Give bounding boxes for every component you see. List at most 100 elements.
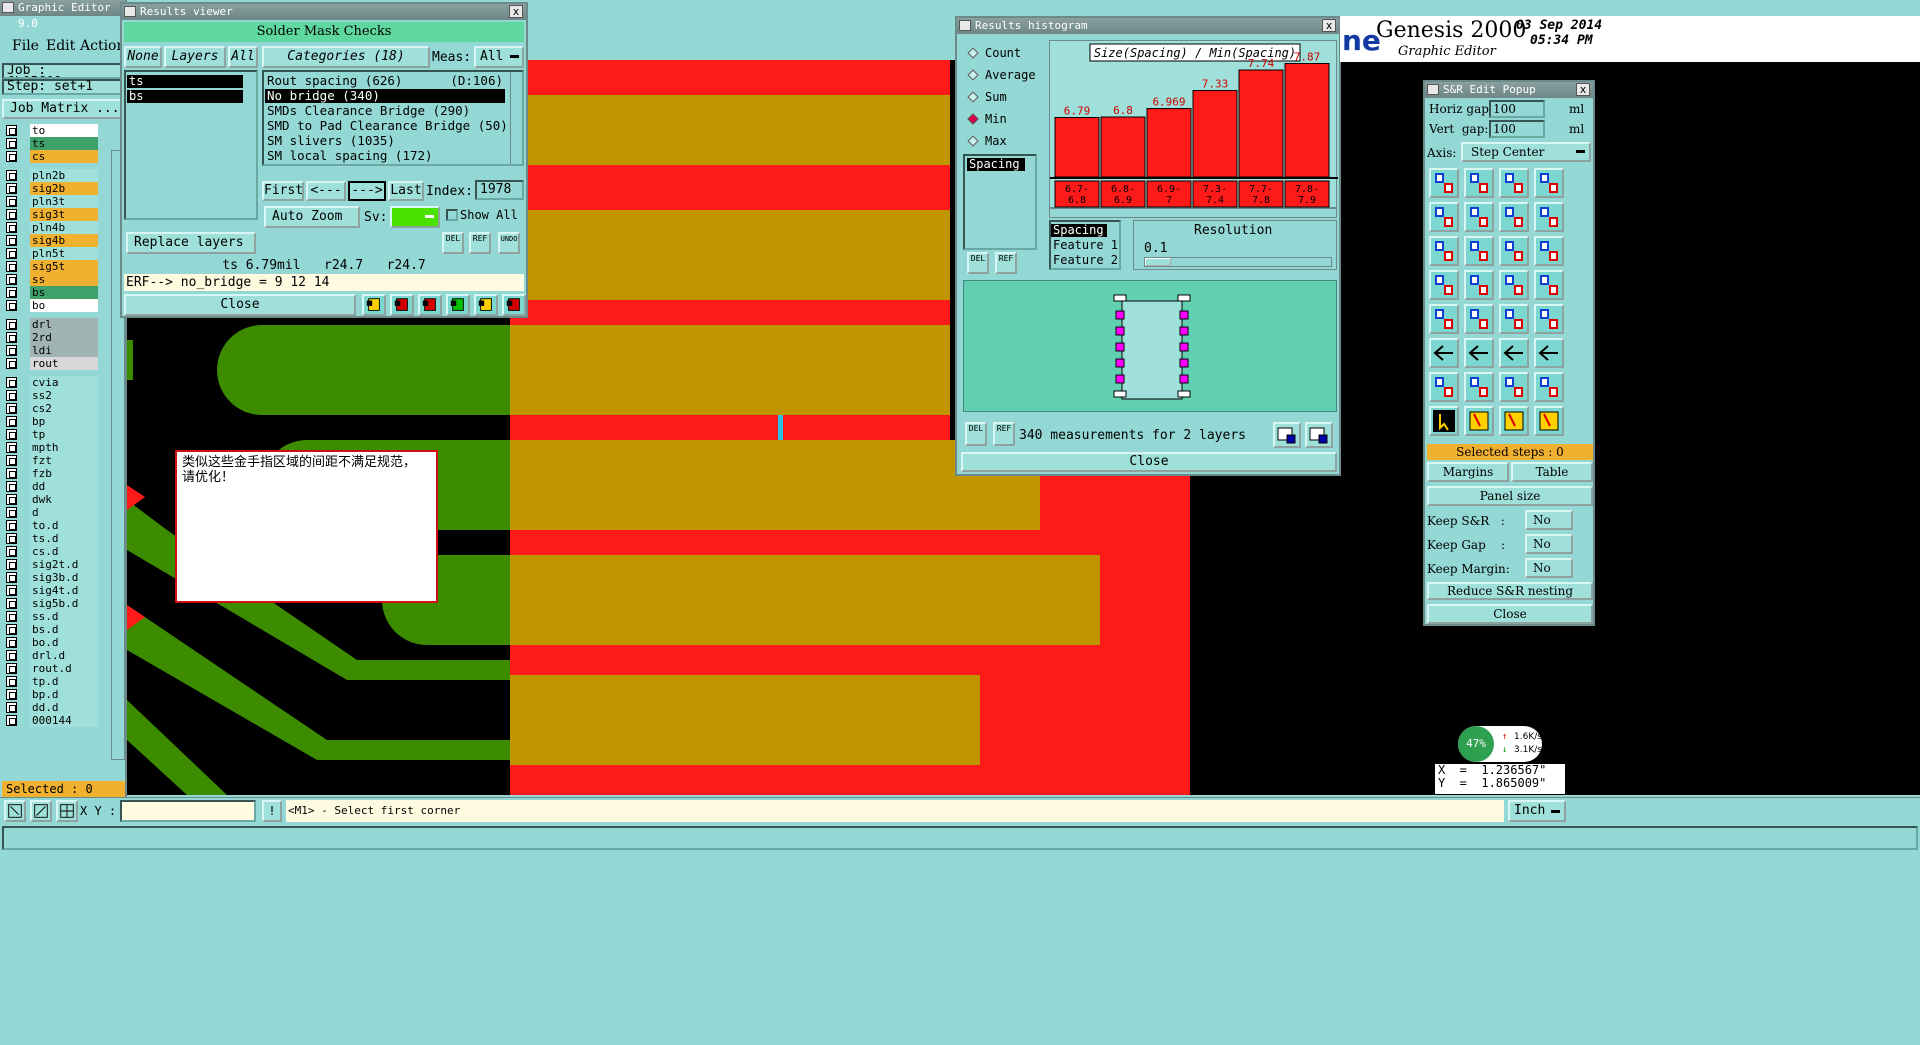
layer-checkbox[interactable] — [6, 274, 17, 285]
layer-checkbox[interactable] — [6, 663, 17, 674]
layer-row[interactable]: ts.d — [6, 532, 98, 545]
layer-checkbox[interactable] — [6, 358, 17, 369]
layer-row[interactable]: bp.d — [6, 688, 98, 701]
layer-checkbox[interactable] — [6, 520, 17, 531]
index-field[interactable]: 1978 — [475, 180, 524, 200]
results-close-button[interactable]: Close — [124, 294, 356, 316]
sv-color-dropdown[interactable] — [390, 206, 440, 228]
category-scrollbar[interactable] — [510, 72, 522, 164]
layer-row[interactable]: ss — [6, 273, 98, 286]
show-all-checkbox[interactable] — [446, 209, 458, 221]
last-button[interactable]: Last — [388, 181, 424, 201]
axis-dropdown[interactable]: Step Center — [1461, 142, 1591, 162]
layers-button[interactable]: Layers — [164, 46, 226, 68]
histogram-field-list[interactable]: Spacing — [963, 154, 1037, 250]
tool-button-1[interactable] — [4, 800, 26, 822]
layer-checkbox[interactable] — [6, 468, 17, 479]
layer-checkbox[interactable] — [6, 637, 17, 648]
replace-layers-dropdown[interactable]: Replace layers — [126, 232, 256, 254]
sr-tool-button[interactable] — [1499, 338, 1529, 368]
layer-checkbox[interactable] — [6, 248, 17, 259]
layer-row[interactable]: to — [6, 124, 98, 137]
layer-row[interactable]: cs — [6, 150, 98, 163]
none-button[interactable]: None — [124, 46, 162, 68]
layer-row[interactable]: sig3t — [6, 208, 98, 221]
units-dropdown[interactable]: Inch — [1508, 800, 1566, 822]
reduce-nesting-button[interactable]: Reduce S&R nesting — [1427, 582, 1593, 600]
sr-tool-button[interactable] — [1534, 372, 1564, 402]
layer-checkbox[interactable] — [6, 183, 17, 194]
histogram-bar[interactable] — [1284, 63, 1330, 178]
layer-checkbox[interactable] — [6, 377, 17, 388]
first-button[interactable]: First — [262, 181, 304, 201]
layer-checkbox[interactable] — [6, 319, 17, 330]
layer-row[interactable]: drl.d — [6, 649, 98, 662]
layer-checkbox[interactable] — [6, 429, 17, 440]
layer-checkbox[interactable] — [6, 572, 17, 583]
sr-tool-button[interactable] — [1499, 202, 1529, 232]
histogram-bar[interactable] — [1192, 90, 1238, 178]
layer-checkbox[interactable] — [6, 715, 17, 726]
layer-row[interactable]: rout.d — [6, 662, 98, 675]
meas-dropdown[interactable]: All — [474, 46, 524, 68]
sr-tool-button[interactable] — [1499, 236, 1529, 266]
sr-tool-button[interactable] — [1429, 168, 1459, 198]
undo-button[interactable]: UNDO — [498, 232, 520, 254]
layer-row[interactable]: dd.d — [6, 701, 98, 714]
layer-row[interactable]: to.d — [6, 519, 98, 532]
category-item[interactable]: Rout spacing (626) (D:106) — [265, 74, 505, 88]
resolution-slider[interactable] — [1144, 257, 1332, 267]
layer-row[interactable]: bo.d — [6, 636, 98, 649]
layer-row[interactable]: pln5t — [6, 247, 98, 260]
layer-checkbox[interactable] — [6, 585, 17, 596]
layer-checkbox[interactable] — [6, 442, 17, 453]
all-button[interactable]: All — [228, 46, 258, 68]
layer-row[interactable]: sig4b — [6, 234, 98, 247]
layer-checkbox[interactable] — [6, 559, 17, 570]
layer-checkbox[interactable] — [6, 598, 17, 609]
category-item[interactable]: SM local spacing (172) — [265, 149, 505, 163]
layer-checkbox[interactable] — [6, 702, 17, 713]
field-select-list[interactable]: Spacing Feature 1 Feature 2 — [1049, 220, 1121, 270]
layer-row[interactable]: cs2 — [6, 402, 98, 415]
layer-row[interactable]: mpth — [6, 441, 98, 454]
sr-tool-button[interactable] — [1429, 406, 1459, 436]
xy-input[interactable] — [120, 800, 256, 822]
sr-tool-button[interactable] — [1464, 372, 1494, 402]
toolbar-button[interactable] — [362, 294, 386, 316]
sr-tool-button[interactable] — [1534, 168, 1564, 198]
histogram-bar[interactable] — [1054, 117, 1100, 178]
prev-button[interactable]: <--- — [306, 181, 346, 201]
option-max[interactable]: Max — [965, 132, 1045, 150]
sr-close-button[interactable]: Close — [1427, 604, 1593, 624]
layer-row[interactable]: tp — [6, 428, 98, 441]
field-feature-1[interactable]: Feature 1 — [1051, 239, 1121, 252]
layer-row[interactable]: fzb — [6, 467, 98, 480]
layer-checkbox[interactable] — [6, 416, 17, 427]
layer-row[interactable]: ts — [6, 137, 98, 150]
layer-checkbox[interactable] — [6, 533, 17, 544]
layer-checkbox[interactable] — [6, 151, 17, 162]
layer-row[interactable]: dd — [6, 480, 98, 493]
sr-tool-button[interactable] — [1499, 372, 1529, 402]
sr-tool-button[interactable] — [1429, 372, 1459, 402]
histogram-bar[interactable] — [1238, 69, 1284, 178]
histogram-bar[interactable] — [1146, 108, 1192, 178]
layer-row[interactable]: pln4b — [6, 221, 98, 234]
keep-gap-dropdown[interactable]: No — [1525, 534, 1573, 554]
layer-row[interactable]: sig4t.d — [6, 584, 98, 597]
sr-tool-button[interactable] — [1429, 236, 1459, 266]
sr-tool-button[interactable] — [1534, 304, 1564, 334]
layer-row[interactable]: sig2t.d — [6, 558, 98, 571]
layer-item-bs[interactable]: bs — [127, 90, 243, 103]
option-average[interactable]: Average — [965, 66, 1045, 84]
layer-row[interactable]: pln2b — [6, 169, 98, 182]
sr-tool-button[interactable] — [1464, 236, 1494, 266]
layer-checkbox[interactable] — [6, 494, 17, 505]
sr-tool-button[interactable] — [1534, 338, 1564, 368]
vert-gap-input[interactable]: 100 — [1489, 120, 1545, 138]
layer-row[interactable]: bs — [6, 286, 98, 299]
layer-checkbox[interactable] — [6, 546, 17, 557]
toolbar-button[interactable] — [502, 294, 526, 316]
layer-checkbox[interactable] — [6, 403, 17, 414]
